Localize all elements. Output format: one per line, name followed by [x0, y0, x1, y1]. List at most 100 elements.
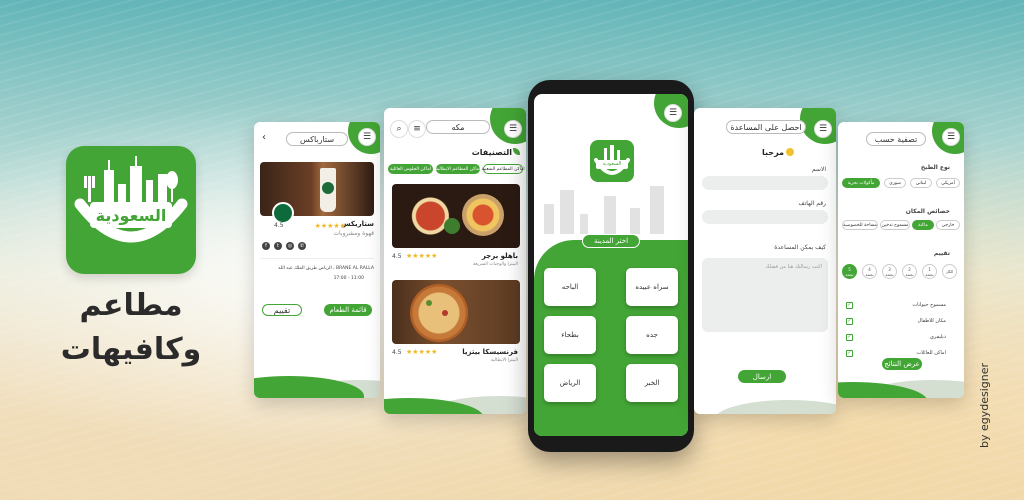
name-label: الاسم	[811, 166, 826, 173]
rating-option[interactable]: 1 نجمة	[922, 264, 937, 279]
show-results-button[interactable]: عرض النتائج	[882, 358, 922, 370]
leaf-icon	[513, 148, 520, 155]
choose-city-button[interactable]: اختر المدينة	[582, 234, 640, 248]
restaurant-sub: البيتزا والوجبات السريعة	[472, 262, 518, 267]
phone-label: رقم الهاتف	[798, 200, 826, 207]
chip-label: مأكولات بحرية	[847, 180, 875, 186]
section-title: التصنيفات	[471, 148, 512, 157]
city-tile[interactable]: جده	[626, 316, 678, 354]
cuisine-chip[interactable]: سوري	[884, 178, 906, 188]
cuisine-chip[interactable]: مأكولات بحرية	[842, 178, 880, 188]
chip-label: أمريكي	[941, 180, 955, 186]
menu-icon[interactable]: ☰	[942, 128, 960, 146]
city-tile[interactable]: الخبر	[626, 364, 678, 402]
designer-credit: by egydesigner	[978, 362, 991, 448]
twitter-icon[interactable]: t	[274, 242, 282, 250]
rating-option[interactable]: 3 نجمة	[882, 264, 897, 279]
phone-field[interactable]	[702, 210, 828, 224]
whatsapp-icon[interactable]: ✆	[298, 242, 306, 250]
tagline-line1: مطاعم	[79, 288, 183, 323]
rating-stars: ★★★★★	[406, 348, 438, 356]
cuisine-chip[interactable]: أمريكي	[936, 178, 960, 188]
rate-button[interactable]: تقييم	[262, 304, 302, 316]
social-row: f t ◎ ✆	[262, 242, 322, 252]
menu-icon[interactable]: ☰	[814, 120, 832, 138]
chip-label: خارجي	[941, 222, 955, 228]
rating-value: 4.5	[392, 253, 402, 260]
restaurant-name: باهلو برجر	[481, 252, 518, 260]
chip-label: سوري	[889, 180, 901, 186]
place-chip[interactable]: خارجي	[936, 220, 960, 230]
option-checkbox[interactable]: ✓	[846, 334, 853, 341]
place-chip[interactable]: مسموح تدخين	[880, 220, 910, 230]
wave-hand-icon	[786, 148, 794, 156]
question-label: كيف يمكن المساعدة	[774, 244, 826, 251]
back-arrow-icon[interactable]: ›	[262, 132, 266, 143]
send-button[interactable]: ارسال	[738, 370, 786, 383]
screen-categories: ☰ مكه ≡ ⌕ التصنيفات اماكن الجلوس العائلي…	[384, 108, 526, 414]
option-label: اماكن للعائلات	[916, 350, 946, 356]
city-tile[interactable]: الباحه	[544, 268, 596, 306]
app-logo-small: السعودية	[590, 140, 634, 182]
screen-title: احصل على المساعدة	[730, 122, 802, 132]
option-checkbox[interactable]: ✓	[846, 318, 853, 325]
chip-label: اماكن المطاعم الايطالية	[435, 166, 481, 172]
city-selector-label: مكه	[451, 122, 465, 132]
rating-unit: الكل	[945, 269, 954, 274]
message-field[interactable]: اكتب رسالتك هنا من فضلك	[702, 258, 828, 332]
divider	[260, 258, 374, 259]
place-chip[interactable]: ماكنة	[912, 220, 934, 230]
rating-option[interactable]: 5 نجمة	[842, 264, 857, 279]
search-icon[interactable]: ⌕	[390, 120, 408, 138]
app-logo: السعودية	[66, 146, 196, 274]
restaurant-name: فرنسيسكا بيتزيا	[462, 348, 518, 356]
city-tile[interactable]: الرياض	[544, 364, 596, 402]
shop-hours: 11:00 - 17:00	[333, 276, 364, 281]
greeting: مرحبا	[762, 148, 784, 157]
city-label: سراه عبيده	[635, 283, 669, 291]
facebook-icon[interactable]: f	[262, 242, 270, 250]
option-checkbox[interactable]: ✓	[846, 302, 853, 309]
rating-unit: نجمة	[905, 271, 914, 277]
menu-icon[interactable]: ☰	[664, 104, 682, 122]
city-tile[interactable]: سراه عبيده	[626, 268, 678, 306]
rating-option[interactable]: 4 نجمة	[862, 264, 877, 279]
menu-button-label: قائمة الطعام	[329, 306, 367, 314]
menu-icon[interactable]: ☰	[358, 128, 376, 146]
rating-option[interactable]: الكل	[942, 264, 957, 279]
rating-option[interactable]: 2 نجمة	[902, 264, 917, 279]
category-chip[interactable]: اماكن المطاعم الايطالية	[436, 164, 480, 174]
shop-address: BRANE AL RALLA ، الرياض طريق الملك عبد ا…	[278, 266, 374, 271]
rating-label: تقييم	[933, 250, 950, 257]
restaurant-image-burger[interactable]	[392, 184, 520, 248]
city-label: الخبر	[644, 379, 660, 387]
instagram-icon[interactable]: ◎	[286, 242, 294, 250]
menu-icon[interactable]: ☰	[504, 120, 522, 138]
message-placeholder: اكتب رسالتك هنا من فضلك	[765, 264, 822, 270]
screen-help: ☰ احصل على المساعدة مرحبا الاسم رقم الها…	[694, 108, 836, 414]
chip-label: لبناني	[915, 180, 927, 186]
cuisine-label: نوع الطبخ	[920, 164, 950, 171]
city-label: الباحه	[561, 283, 579, 291]
cuisine-chip[interactable]: لبناني	[910, 178, 932, 188]
restaurant-image-pizza[interactable]	[392, 280, 520, 344]
category-chip[interactable]: اماكن الجلوس العائلية	[388, 164, 433, 174]
menu-button[interactable]: قائمة الطعام	[324, 304, 372, 316]
tagline-line2: وكافيهات	[60, 332, 202, 367]
filter-icon[interactable]: ≡	[408, 120, 426, 138]
screen-filter: ☰ تصفية حسب نوع الطبخ مأكولات بحرية سوري…	[838, 122, 964, 398]
name-field[interactable]	[702, 176, 828, 190]
option-checkbox[interactable]: ✓	[846, 350, 853, 357]
chip-label: مسموح تدخين	[881, 222, 909, 228]
city-selector[interactable]: مكه	[426, 120, 490, 134]
category-chip[interactable]: اماكن المطاعم الشعبية	[481, 164, 525, 174]
option-label: ديليفري	[930, 334, 946, 340]
chip-label: اماكن الجلوس العائلية	[390, 166, 431, 172]
rating-unit: نجمة	[925, 271, 934, 277]
logo-word: السعودية	[596, 160, 628, 169]
rating-unit: نجمة	[885, 271, 894, 277]
title-pill: تصفية حسب	[866, 132, 926, 146]
city-label: الرياض	[559, 379, 581, 387]
city-tile[interactable]: بطحاء	[544, 316, 596, 354]
place-chip[interactable]: مساحة للخصوصية	[842, 220, 878, 230]
